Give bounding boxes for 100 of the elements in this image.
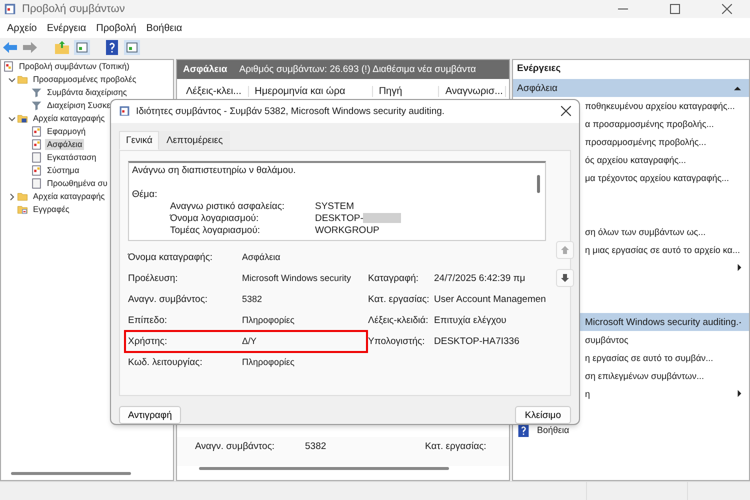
dialog-button[interactable]: Κλείσιμο <box>515 406 571 424</box>
scrollbar[interactable] <box>199 467 449 470</box>
tree-item[interactable]: Ασφάλεια <box>45 139 84 150</box>
folder-icon <box>17 204 28 215</box>
menu-item[interactable]: Προβολή <box>91 22 142 34</box>
column-header[interactable]: Ημερομηνία και ώρα <box>248 86 373 96</box>
next-button[interactable] <box>556 268 574 287</box>
dialog-title: Ιδιότητες συμβάντος - Συμβάν 5382, Microsoft Windows security auditing. <box>136 106 446 117</box>
detail-label: Αναγνω ριστικό ασφαλείας: <box>170 200 286 213</box>
action-item[interactable]: ση επιλεγμένων συμβάντων... <box>585 371 704 381</box>
action-item[interactable]: η εργασίας σε αυτό το συμβάν... <box>585 353 714 363</box>
tree-item[interactable]: Εγκατάσταση <box>45 152 98 163</box>
window-title: Προβολή συμβάντων <box>22 3 126 15</box>
tree-item[interactable]: Διαχείριση Συσκε <box>45 100 112 111</box>
tree-item[interactable]: Προωθημένα συ <box>45 178 110 189</box>
folder-icon <box>17 191 28 202</box>
close-icon[interactable] <box>722 4 732 14</box>
filter-icon <box>31 87 42 98</box>
close-icon[interactable] <box>561 106 571 116</box>
action-item[interactable]: ση όλων των συμβάντων ως... <box>585 227 706 237</box>
field-label: Υπολογιστής: <box>368 336 426 347</box>
field-label: Κατ. εργασίας: <box>368 294 430 305</box>
tab[interactable]: Γενικά <box>119 130 160 150</box>
panel-icon[interactable] <box>74 40 90 54</box>
folder-icon <box>17 74 28 85</box>
tree-item[interactable]: Εφαρμογή <box>45 126 88 137</box>
tree-item[interactable]: Προβολή συμβάντων (Τοπική) <box>17 61 132 72</box>
detail-value: SYSTEM <box>315 200 354 213</box>
maximize-icon[interactable] <box>670 4 680 14</box>
tree-item[interactable]: Σύστημα <box>45 165 82 176</box>
tree-item[interactable]: Αρχεία καταγραφής <box>31 191 107 202</box>
field-label: Κατ. εργασίας: <box>425 441 486 452</box>
action-item[interactable]: συμβάντος <box>585 335 628 345</box>
up-arrow-icon <box>560 244 570 255</box>
field-value: User Account Managemen <box>434 294 546 305</box>
action-item[interactable]: ός αρχείου καταγραφής... <box>585 155 686 165</box>
folder-icon <box>17 113 28 124</box>
event-count: Αριθμός συμβάντων: 26.693 (!) Διαθέσιμα νέα συμβάντα <box>239 64 476 75</box>
column-header[interactable]: Αναγνωρισ... <box>439 86 506 96</box>
column-header[interactable]: Πηγή <box>372 86 440 96</box>
log-icon <box>31 126 42 137</box>
submenu-triangle-icon[interactable] <box>736 264 743 271</box>
dialog-button[interactable]: Αντιγραφή <box>119 406 181 424</box>
detail-value: WORKGROUP <box>315 224 380 237</box>
detail-label: Τομέας λογαριασμού: <box>170 224 262 237</box>
subject-label: Θέμα: <box>132 188 158 201</box>
help-icon[interactable] <box>104 40 120 54</box>
scrollbar[interactable] <box>536 174 540 193</box>
action-item[interactable]: Βοήθεια <box>537 425 570 435</box>
action-item[interactable]: μα τρέχοντος αρχείου καταγραφής... <box>585 173 730 183</box>
detail-label: Όνομα λογαριασμού: <box>170 212 260 225</box>
menu-item[interactable]: Βοήθεια <box>141 22 188 34</box>
description-text: Ανάγνω ση διαπιστευτηρίω ν θαλάμου. <box>132 164 297 177</box>
panel-icon[interactable] <box>124 40 140 54</box>
log-icon <box>31 139 42 150</box>
field-label: Αναγν. συμβάντος: <box>128 294 209 305</box>
field-value: Επιτυχία ελέγχου <box>434 314 506 326</box>
menu-item[interactable]: Ενέργεια <box>42 22 92 34</box>
action-item[interactable]: α προσαρμοσμένης προβολής... <box>585 119 714 129</box>
field-label: Αναγν. συμβάντος: <box>195 441 276 452</box>
detail-value: DESKTOP- <box>315 212 364 225</box>
app-icon <box>119 105 130 118</box>
down-arrow-icon <box>560 272 570 283</box>
log-icon <box>31 165 42 176</box>
field-value: Πληροφορίες <box>242 357 296 368</box>
field-label: Όνομα καταγραφής: <box>128 252 214 263</box>
scrollbar[interactable] <box>11 472 131 475</box>
field-value: DESKTOP-HA7I336 <box>434 336 520 347</box>
back-arrow-icon[interactable] <box>2 40 18 54</box>
tree-item[interactable]: Αρχεία καταγραφής <box>31 113 107 124</box>
document-icon <box>31 152 42 163</box>
collapse-triangle-icon[interactable] <box>734 84 741 92</box>
action-item[interactable]: η <box>585 389 590 399</box>
filter-icon <box>31 100 42 111</box>
folder-icon[interactable] <box>54 40 70 54</box>
redaction-block <box>363 212 402 223</box>
field-label: Κωδ. λειτουργίας: <box>128 356 204 368</box>
field-label: Λέξεις-κλειδιά: <box>368 314 430 326</box>
section-header[interactable]: Ασφάλεια <box>513 79 749 97</box>
expand-chevron-icon[interactable] <box>7 192 17 202</box>
action-item[interactable]: ποθηκευμένου αρχείου καταγραφής... <box>585 101 735 111</box>
tree-item[interactable]: Προσαρμοσμένες προβολές <box>31 74 138 85</box>
pane-title: Ασφάλεια <box>183 64 228 75</box>
field-value: 5382 <box>305 441 328 452</box>
column-header[interactable]: Λέξεις-κλει... <box>180 86 249 96</box>
action-item[interactable]: η μιας εργασίας σε αυτό το αρχείο κα... <box>585 245 740 255</box>
field-label: Καταγραφή: <box>368 272 420 284</box>
field-value: 24/7/2025 6:42:39 πμ <box>434 272 526 284</box>
tree-item[interactable]: Συμβάντα διαχείρισης <box>45 87 129 98</box>
tree-item[interactable]: Εγγραφές <box>31 204 72 215</box>
tab[interactable]: Λεπτομέρειες <box>159 130 230 150</box>
document-icon <box>31 178 42 189</box>
menu-item[interactable]: Αρχείο <box>2 22 42 34</box>
action-item[interactable]: προσαρμοσμένης προβολής... <box>585 137 706 147</box>
field-value: 5382 <box>242 294 264 304</box>
field-label: Χρήστης: <box>128 336 168 347</box>
pane-title: Ενέργειες <box>516 62 562 76</box>
field-label: Επίπεδο: <box>128 314 168 326</box>
submenu-triangle-icon[interactable] <box>736 390 743 397</box>
field-value: Ασφάλεια <box>242 252 282 262</box>
